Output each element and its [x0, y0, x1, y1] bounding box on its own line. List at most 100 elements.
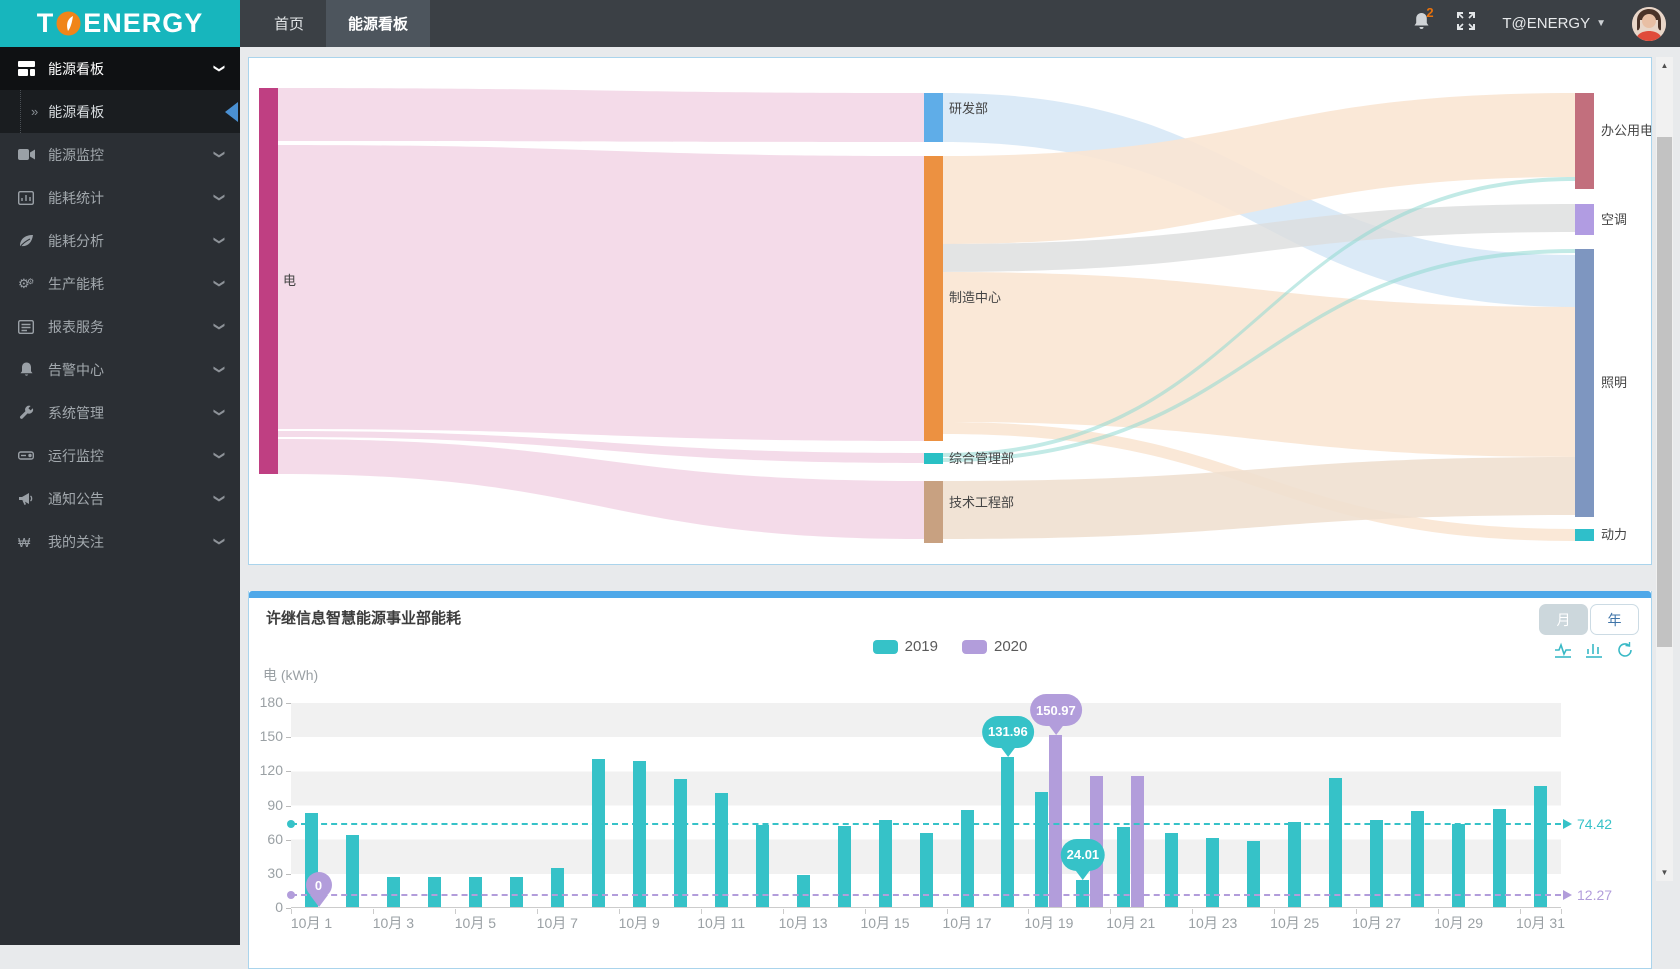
sidebar-item-label: 我的关注 — [48, 533, 104, 550]
chevron-down-icon: ❯ — [212, 407, 225, 418]
x-axis-tick-label: 10月 11 — [697, 915, 746, 931]
y-axis-tick-label: 30 — [267, 864, 283, 881]
x-axis-tick-label: 10月 23 — [1188, 915, 1238, 931]
gears-icon: ⚙ ⚙ — [16, 276, 36, 292]
sidebar-item-gears[interactable]: ⚙ ⚙ 生产能耗 ❯ — [0, 262, 240, 305]
sidebar-subitem-energy-dashboard[interactable]: » 能源看板 — [20, 90, 240, 133]
sankey-label-zhizaozhongxin: 制造中心 — [949, 290, 1001, 305]
chevron-down-icon: ❯ — [212, 364, 225, 375]
sidebar-item-stats[interactable]: 能耗统计 ❯ — [0, 176, 240, 219]
chevron-down-icon: ❯ — [212, 235, 225, 246]
fullscreen-button[interactable] — [1456, 11, 1476, 36]
x-axis-tick-label: 10月 17 — [942, 915, 992, 931]
sankey-node-jishugongchengbu[interactable] — [924, 481, 943, 543]
sankey-label-kongtiao: 空调 — [1601, 212, 1627, 227]
sidebar-submenu: » 能源看板 — [0, 90, 240, 133]
app-logo: T ENERGY — [0, 0, 240, 47]
y-axis-tick-label: 90 — [267, 796, 283, 813]
markpoint-2020: 0 — [305, 872, 332, 907]
chevron-down-icon: ❯ — [212, 149, 225, 160]
x-axis-tick — [454, 909, 456, 914]
x-axis-tick-label: 10月 7 — [536, 915, 578, 931]
sankey-card: 电 研发部 制造中心 综合管理部 技术工程部 办公用电 空调 照明 动力 — [248, 57, 1653, 565]
bar-2019 — [550, 868, 564, 907]
sidebar-item-label: 通知公告 — [48, 490, 104, 507]
bar-2020 — [1049, 735, 1063, 907]
scrollbar-down-button[interactable]: ▼ — [1656, 864, 1673, 881]
sidebar-item-label: 能源看板 — [48, 60, 104, 77]
megaphone-icon — [16, 491, 36, 507]
sidebar-item-won[interactable]: ₩ 我的关注 ❯ — [0, 520, 240, 563]
markpoint-2019: 24.01 — [1060, 838, 1106, 880]
x-axis-tick — [372, 909, 374, 914]
sankey-node-kongtiao[interactable] — [1575, 204, 1594, 235]
bar-2019 — [427, 877, 441, 907]
bar-2019 — [632, 761, 646, 907]
sankey-node-zongheguanlibu[interactable] — [924, 453, 943, 464]
x-axis-tick — [1028, 909, 1030, 914]
sidebar-item-bell[interactable]: 告警中心 ❯ — [0, 348, 240, 391]
sidebar-item-leaf[interactable]: 能耗分析 ❯ — [0, 219, 240, 262]
legend-swatch — [872, 639, 898, 654]
bar-chart-card: 许继信息智慧能源事业部能耗 月 年 2019 2020 电 (kWh) 74.42… — [248, 591, 1652, 969]
notification-bell[interactable]: 2 — [1413, 5, 1434, 35]
user-menu[interactable]: T@ENERGY ▼ — [1502, 15, 1606, 32]
bar-chart-toggle-icon[interactable] — [1585, 641, 1604, 664]
x-axis-tick-label: 10月 13 — [778, 915, 828, 931]
sankey-node-dongli[interactable] — [1575, 529, 1594, 541]
scrollbar-up-button[interactable]: ▲ — [1656, 57, 1673, 74]
line-chart-toggle-icon[interactable] — [1554, 641, 1573, 664]
legend-item-2020[interactable]: 2020 — [962, 638, 1027, 655]
x-axis-tick-label: 10月 21 — [1106, 915, 1156, 931]
bar-2020 — [1131, 776, 1145, 907]
markpoint-2019: 131.96 — [982, 715, 1034, 757]
sankey-node-yanfabu[interactable] — [924, 93, 943, 142]
tab-home[interactable]: 首页 — [252, 0, 326, 47]
sidebar-item-wrench[interactable]: 系统管理 ❯ — [0, 391, 240, 434]
flow-dian-yanfabu — [278, 88, 924, 142]
x-axis-tick — [1356, 909, 1358, 914]
sankey-node-zhizaozhongxin[interactable] — [924, 156, 943, 441]
tab-energy-dashboard[interactable]: 能源看板 — [326, 0, 431, 47]
sidebar-item-drive[interactable]: 运行监控 ❯ — [0, 434, 240, 477]
bar-2019 — [468, 877, 482, 907]
logo-text-suffix: ENERGY — [83, 8, 204, 38]
sidebar-item-label: 生产能耗 — [48, 275, 104, 292]
y-axis-tick — [286, 873, 291, 875]
x-axis-tick-label: 10月 27 — [1352, 915, 1402, 931]
x-axis-tick-label: 10月 19 — [1024, 915, 1074, 931]
y-axis-tick — [286, 771, 291, 773]
legend-label: 2020 — [994, 638, 1028, 655]
bar-2019 — [1206, 837, 1220, 907]
sidebar-item-camera[interactable]: 能源监控 ❯ — [0, 133, 240, 176]
page-scrollbar[interactable]: ▲ ▼ — [1656, 57, 1673, 881]
y-axis-tick — [286, 737, 291, 739]
year-toggle-button[interactable]: 年 — [1590, 604, 1639, 635]
card-accent-bar — [249, 591, 1651, 598]
bar-2019 — [1001, 756, 1015, 907]
sankey-node-dian[interactable] — [259, 88, 278, 474]
chevron-down-icon: ❯ — [212, 321, 225, 332]
refresh-icon[interactable] — [1616, 641, 1635, 664]
markline-arrow-icon — [1563, 819, 1572, 830]
chevron-down-icon: ❯ — [212, 192, 225, 203]
sidebar-item-megaphone[interactable]: 通知公告 ❯ — [0, 477, 240, 520]
scrollbar-thumb[interactable] — [1657, 137, 1672, 647]
svg-text:₩: ₩ — [18, 535, 31, 548]
x-axis-tick-label: 10月 5 — [454, 915, 497, 931]
x-axis-tick — [1192, 909, 1194, 914]
bar-2019 — [673, 779, 687, 907]
legend-item-2019[interactable]: 2019 — [872, 638, 938, 655]
sidebar-item-label: 能源监控 — [48, 146, 104, 163]
month-toggle-button[interactable]: 月 — [1539, 604, 1588, 635]
logo-leaf-icon — [55, 10, 82, 37]
sankey-node-zhaoming[interactable] — [1575, 249, 1594, 517]
avatar[interactable] — [1632, 6, 1666, 41]
x-axis-tick — [1110, 909, 1112, 914]
sidebar-item-report[interactable]: 报表服务 ❯ — [0, 305, 240, 348]
sankey-node-bangongyongdian[interactable] — [1575, 93, 1594, 189]
legend-label: 2019 — [904, 638, 938, 655]
sidebar-item-energy-dashboard[interactable]: 能源看板 ❯ — [0, 47, 240, 90]
header-tabs: 首页 能源看板 — [252, 0, 431, 47]
drive-icon — [16, 448, 36, 464]
